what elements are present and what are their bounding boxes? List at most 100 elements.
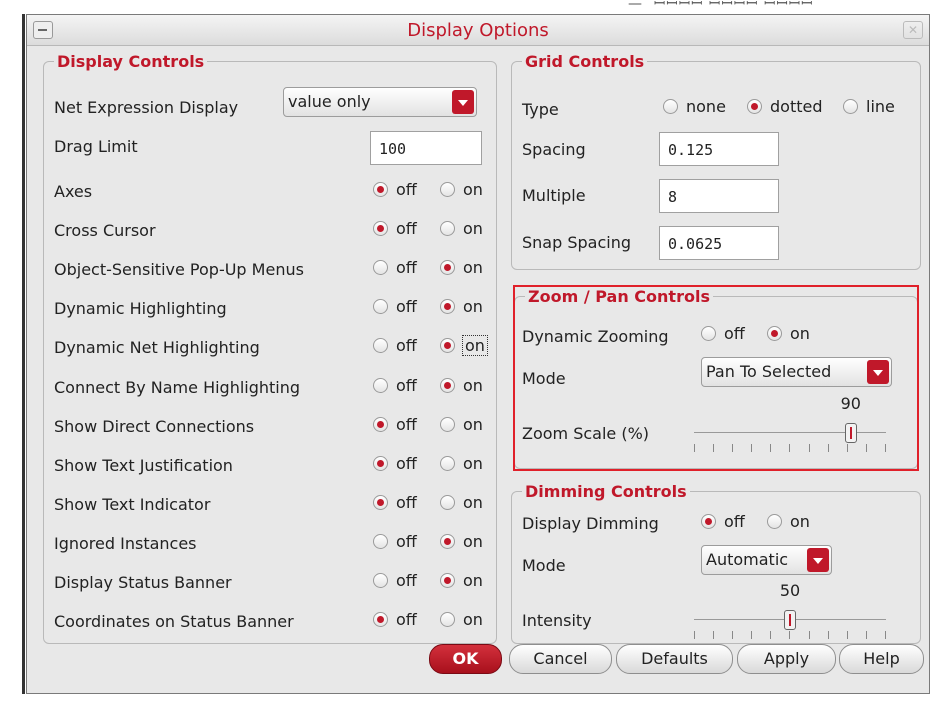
radio-label: off xyxy=(724,512,745,531)
dynamic-zooming-label: Dynamic Zooming xyxy=(522,327,669,346)
slider-tick xyxy=(789,631,791,639)
cancel-button[interactable]: Cancel xyxy=(509,644,612,674)
radio-label: on xyxy=(463,454,483,473)
defaults-button-label: Defaults xyxy=(641,649,708,668)
slider-tick xyxy=(770,631,772,639)
option-off-radio[interactable]: off xyxy=(373,532,417,551)
option-off-radio[interactable]: off xyxy=(373,336,417,355)
option-off-radio[interactable]: off xyxy=(373,493,417,512)
radio-dot xyxy=(373,221,388,236)
option-on-radio[interactable]: on xyxy=(440,219,483,238)
option-off-radio[interactable]: off xyxy=(373,297,417,316)
net-expression-select[interactable]: value only xyxy=(283,87,477,117)
dimming-mode-label: Mode xyxy=(522,556,566,575)
option-label: Show Text Indicator xyxy=(54,495,211,514)
option-on-radio[interactable]: on xyxy=(440,335,488,356)
intensity-label: Intensity xyxy=(522,611,592,630)
apply-button[interactable]: Apply xyxy=(737,644,836,674)
slider-tick xyxy=(884,444,886,452)
option-on-radio[interactable]: on xyxy=(440,180,483,199)
display-dimming-on-radio[interactable]: on xyxy=(767,512,810,531)
drag-limit-field[interactable]: 100 xyxy=(370,131,482,165)
drag-limit-label: Drag Limit xyxy=(54,137,138,156)
display-dimming-off-radio[interactable]: off xyxy=(701,512,745,531)
slider-tick xyxy=(770,444,772,452)
radio-dot xyxy=(373,417,388,432)
zoom-mode-select[interactable]: Pan To Selected xyxy=(701,357,892,387)
option-off-radio[interactable]: off xyxy=(373,415,417,434)
chevron-down-icon[interactable] xyxy=(452,90,474,114)
option-on-radio[interactable]: on xyxy=(440,454,483,473)
snap-spacing-label: Snap Spacing xyxy=(522,233,631,252)
grid-type-line-radio[interactable]: line xyxy=(843,97,895,116)
display-dimming-label: Display Dimming xyxy=(522,514,659,533)
zoom-scale-slider[interactable]: 90 xyxy=(694,394,886,458)
option-off-radio[interactable]: off xyxy=(373,610,417,629)
title-bar[interactable]: Display Options ✕ xyxy=(27,15,929,46)
radio-dot xyxy=(373,495,388,510)
ok-button[interactable]: OK xyxy=(429,644,502,674)
grid-type-none-radio[interactable]: none xyxy=(663,97,726,116)
radio-label: on xyxy=(463,376,483,395)
slider-tick xyxy=(732,444,734,452)
option-label: Cross Cursor xyxy=(54,221,156,240)
spacing-field[interactable]: 0.125 xyxy=(659,132,779,166)
radio-dot xyxy=(440,378,455,393)
intensity-value: 50 xyxy=(779,581,801,600)
option-on-radio[interactable]: on xyxy=(440,571,483,590)
spacing-label: Spacing xyxy=(522,140,586,159)
option-on-radio[interactable]: on xyxy=(440,532,483,551)
radio-dot xyxy=(440,612,455,627)
slider-thumb[interactable] xyxy=(844,423,857,443)
option-off-radio[interactable]: off xyxy=(373,258,417,277)
display-controls-legend: Display Controls xyxy=(57,52,205,71)
option-on-radio[interactable]: on xyxy=(440,610,483,629)
option-on-radio[interactable]: on xyxy=(440,297,483,316)
option-off-radio[interactable]: off xyxy=(373,571,417,590)
radio-label: on xyxy=(463,258,483,277)
multiple-field[interactable]: 8 xyxy=(659,179,779,213)
close-icon[interactable]: ✕ xyxy=(903,21,923,39)
option-off-radio[interactable]: off xyxy=(373,180,417,199)
radio-dot xyxy=(373,260,388,275)
option-label: Coordinates on Status Banner xyxy=(54,612,294,631)
radio-dot xyxy=(767,514,782,529)
dimming-controls-legend: Dimming Controls xyxy=(525,482,687,501)
radio-dot xyxy=(373,299,388,314)
chevron-down-icon[interactable] xyxy=(807,548,829,572)
radio-label: on xyxy=(463,610,483,629)
radio-label: on xyxy=(463,532,483,551)
radio-label: off xyxy=(396,415,417,434)
radio-dot xyxy=(440,338,455,353)
radio-label: on xyxy=(790,324,810,343)
option-label: Object-Sensitive Pop-Up Menus xyxy=(54,260,304,279)
intensity-slider[interactable]: 50 xyxy=(694,581,886,645)
chevron-down-icon[interactable] xyxy=(867,360,889,384)
radio-dot xyxy=(701,326,716,341)
option-on-radio[interactable]: on xyxy=(440,258,483,277)
option-off-radio[interactable]: off xyxy=(373,376,417,395)
dynamic-zooming-off-radio[interactable]: off xyxy=(701,324,745,343)
slider-tick xyxy=(732,631,734,639)
dynamic-zooming-on-radio[interactable]: on xyxy=(767,324,810,343)
option-on-radio[interactable]: on xyxy=(440,493,483,512)
option-off-radio[interactable]: off xyxy=(373,454,417,473)
option-on-radio[interactable]: on xyxy=(440,415,483,434)
radio-dot xyxy=(373,182,388,197)
radio-dot xyxy=(440,573,455,588)
option-on-radio[interactable]: on xyxy=(440,376,483,395)
radio-label: off xyxy=(396,610,417,629)
defaults-button[interactable]: Defaults xyxy=(616,644,733,674)
snap-spacing-field[interactable]: 0.0625 xyxy=(659,226,779,260)
option-label: Show Direct Connections xyxy=(54,417,255,436)
option-off-radio[interactable]: off xyxy=(373,219,417,238)
dimming-mode-select[interactable]: Automatic xyxy=(701,545,832,575)
radio-dot xyxy=(440,299,455,314)
radio-label: on xyxy=(463,571,483,590)
slider-tick xyxy=(884,631,886,639)
slider-thumb[interactable] xyxy=(784,610,796,630)
help-button[interactable]: Help xyxy=(839,644,924,674)
slider-tick xyxy=(808,444,810,452)
slider-track xyxy=(694,432,886,433)
grid-type-dotted-radio[interactable]: dotted xyxy=(747,97,823,116)
